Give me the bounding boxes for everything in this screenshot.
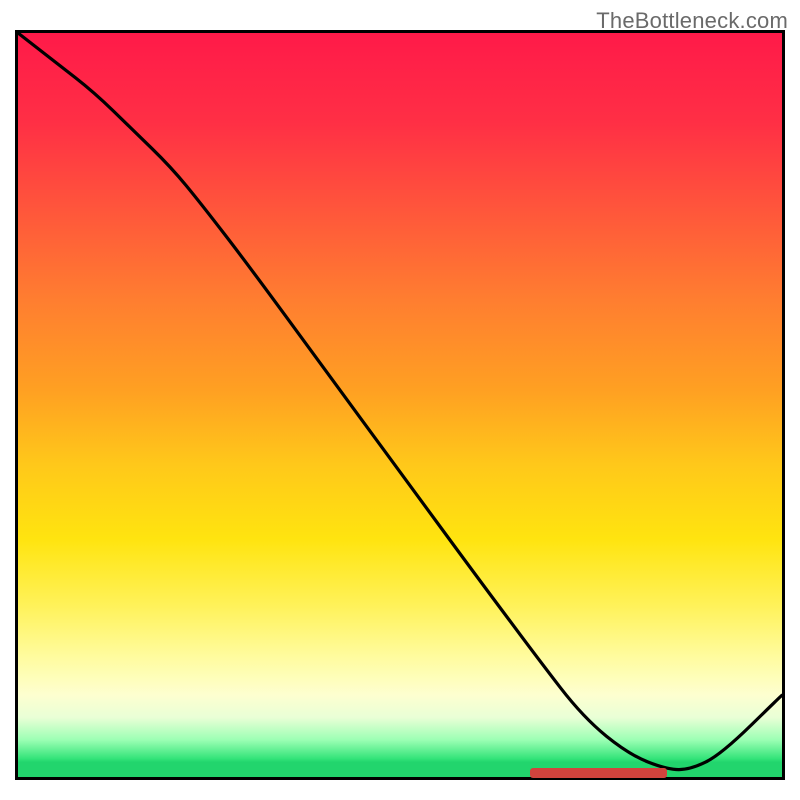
curve-path [18,33,782,770]
stage: TheBottleneck.com [0,0,800,800]
optimal-range-marker [530,768,668,778]
curve-svg [18,33,782,777]
plot-area [15,30,785,780]
